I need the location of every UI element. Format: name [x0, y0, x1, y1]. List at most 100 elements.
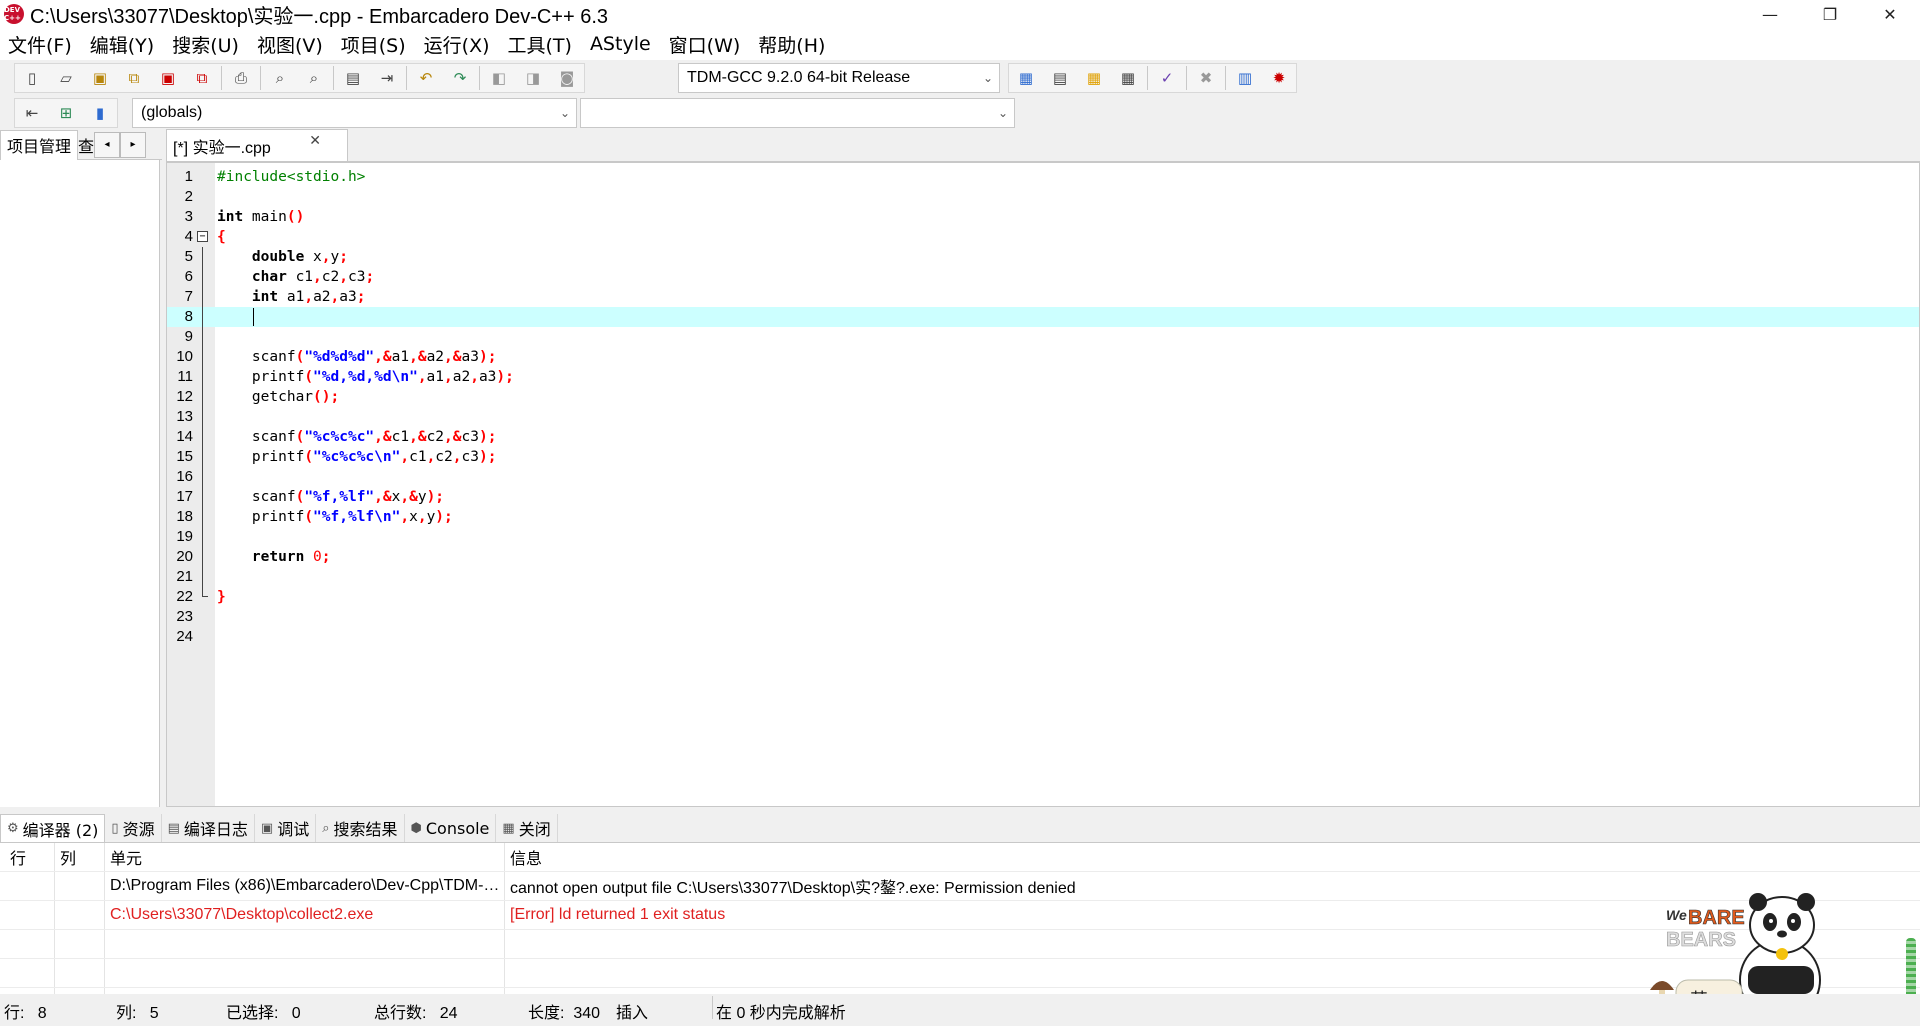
bookmark-icon[interactable]: ▮	[83, 99, 117, 127]
function-select[interactable]: ⌄	[580, 98, 1015, 128]
code-line[interactable]: 14 scanf("%c%c%c",&c1,&c2,&c3);	[167, 427, 1919, 447]
code-line[interactable]: 10 scanf("%d%d%d",&a1,&a2,&a3);	[167, 347, 1919, 367]
scope-select[interactable]: (globals) ⌄	[132, 98, 577, 128]
tab-resource[interactable]: ▯ 资源	[105, 814, 162, 842]
code-line[interactable]: 20 return 0;	[167, 547, 1919, 567]
tab-close-panel[interactable]: ▦ 关闭	[496, 814, 558, 842]
tab-scroll-right-icon[interactable]: ▸	[120, 131, 147, 158]
print-icon[interactable]: ⎙	[224, 64, 258, 92]
insert-icon[interactable]: ⇤	[15, 99, 49, 127]
toolbar-divider	[221, 66, 222, 90]
new-file-icon[interactable]: ▯	[15, 64, 49, 92]
tab-class-browser[interactable]: 查	[78, 133, 94, 157]
project-options-icon[interactable]: ◙	[550, 64, 584, 92]
header-unit[interactable]: 单元	[110, 845, 500, 869]
close-button[interactable]: ✕	[1860, 0, 1920, 28]
debug-icon[interactable]: ✹	[1262, 64, 1296, 92]
find-icon[interactable]: ⌕	[263, 64, 297, 92]
goto-line-icon[interactable]: ⇥	[370, 64, 404, 92]
code-text: scanf("%c%c%c",&c1,&c2,&c3);	[217, 429, 497, 445]
menu-window[interactable]: 窗口(W)	[669, 31, 741, 58]
project-tree[interactable]	[0, 160, 160, 807]
fold-range-marker	[202, 327, 203, 347]
toolbar-divider	[260, 66, 261, 90]
header-line[interactable]: 行	[10, 845, 26, 869]
fold-range-marker	[202, 347, 203, 367]
code-line[interactable]: 22}	[167, 587, 1919, 607]
code-line[interactable]: 7 int a1,a2,a3;	[167, 287, 1919, 307]
code-line[interactable]: 2	[167, 187, 1919, 207]
code-line[interactable]: 17 scanf("%f,%lf",&x,&y);	[167, 487, 1919, 507]
code-line[interactable]: 23	[167, 607, 1919, 627]
tab-project-manager[interactable]: 项目管理	[0, 129, 79, 160]
code-line[interactable]: 16	[167, 467, 1919, 487]
code-line[interactable]: 11 printf("%d,%d,%d\n",a1,a2,a3);	[167, 367, 1919, 387]
main-toolbar: ▯ ▱ ▣ ⧉ ▣ ⧉ ⎙ ⌕ ⌕ ▤ ⇥ ↶ ↷ ◧ ◨ ◙ TDM-GCC …	[0, 60, 1920, 95]
open-file-icon[interactable]: ▱	[49, 64, 83, 92]
new-project-icon[interactable]: ◧	[482, 64, 516, 92]
compiler-icon: ⚙	[7, 821, 19, 836]
menu-help[interactable]: 帮助(H)	[758, 31, 825, 58]
replace-icon[interactable]: ⌕	[297, 64, 331, 92]
code-line[interactable]: 12 getchar();	[167, 387, 1919, 407]
run-icon[interactable]: ▤	[1043, 64, 1077, 92]
tab-scroll-left-icon[interactable]: ◂	[94, 131, 121, 158]
header-col[interactable]: 列	[60, 845, 76, 869]
close-tab-icon[interactable]: ✕	[309, 132, 321, 149]
code-line[interactable]: 19	[167, 527, 1919, 547]
tab-source-file[interactable]: [*] 实验一.cpp ✕	[166, 129, 348, 161]
code-line[interactable]: 24	[167, 627, 1919, 647]
code-line[interactable]: 8	[167, 307, 1919, 327]
menu-search[interactable]: 搜索(U)	[172, 31, 239, 58]
toolbar-divider	[1225, 66, 1226, 90]
message-row[interactable]: D:\Program Files (x86)\Embarcadero\Dev-C…	[0, 872, 1920, 901]
tab-compiler[interactable]: ⚙ 编译器 (2)	[0, 814, 106, 842]
fold-collapse-icon[interactable]: −	[197, 231, 208, 242]
code-line[interactable]: 18 printf("%f,%lf\n",x,y);	[167, 507, 1919, 527]
menu-tools[interactable]: 工具(T)	[508, 31, 572, 58]
message-row-error[interactable]: C:\Users\33077\Desktop\collect2.exe [Err…	[0, 901, 1920, 930]
line-number: 18	[176, 508, 193, 525]
compiler-select[interactable]: TDM-GCC 9.2.0 64-bit Release ⌄	[678, 63, 1000, 93]
undo-icon[interactable]: ↶	[409, 64, 443, 92]
stop-execution-icon[interactable]: ✖	[1189, 64, 1223, 92]
code-line[interactable]: 6 char c1,c2,c3;	[167, 267, 1919, 287]
close-file-icon[interactable]: ▣	[151, 64, 185, 92]
code-line[interactable]: 5 double x,y;	[167, 247, 1919, 267]
tab-console[interactable]: ⬢ Console	[405, 814, 497, 842]
code-line[interactable]: 4−{	[167, 227, 1919, 247]
compile-run-icon[interactable]: ▦	[1077, 64, 1111, 92]
toggle-comment-icon[interactable]: ⊞	[49, 99, 83, 127]
rebuild-icon[interactable]: ▦	[1111, 64, 1145, 92]
code-line[interactable]: 9	[167, 327, 1919, 347]
profile-icon[interactable]: ▥	[1228, 64, 1262, 92]
tab-log[interactable]: ▤ 编译日志	[162, 814, 255, 842]
save-icon[interactable]: ▣	[83, 64, 117, 92]
add-to-project-icon[interactable]: ◨	[516, 64, 550, 92]
header-info[interactable]: 信息	[510, 845, 542, 869]
minimize-button[interactable]: —	[1740, 0, 1800, 28]
toggle-bookmark-icon[interactable]: ▤	[336, 64, 370, 92]
menu-edit[interactable]: 编辑(Y)	[90, 31, 154, 58]
devcpp-app-icon[interactable]: DEV C++	[4, 4, 24, 24]
compile-icon[interactable]: ▦	[1009, 64, 1043, 92]
close-all-icon[interactable]: ⧉	[185, 64, 219, 92]
close-panel-icon: ▦	[502, 820, 515, 836]
redo-icon[interactable]: ↷	[443, 64, 477, 92]
code-line[interactable]: 13	[167, 407, 1919, 427]
menu-run[interactable]: 运行(X)	[424, 31, 490, 58]
menu-view[interactable]: 视图(V)	[257, 31, 323, 58]
code-line[interactable]: 15 printf("%c%c%c\n",c1,c2,c3);	[167, 447, 1919, 467]
save-all-icon[interactable]: ⧉	[117, 64, 151, 92]
menu-project[interactable]: 项目(S)	[341, 31, 406, 58]
code-line[interactable]: 3 int main()	[167, 207, 1919, 227]
code-editor[interactable]: 1 #include<stdio.h> 2 3 int main() 4−{5 doubl…	[166, 162, 1920, 807]
tab-debug[interactable]: ▣ 调试	[255, 814, 317, 842]
menu-astyle[interactable]: AStyle	[590, 33, 651, 55]
code-line[interactable]: 1 #include<stdio.h>	[167, 167, 1919, 187]
code-line[interactable]: 21	[167, 567, 1919, 587]
restore-button[interactable]: ❐	[1800, 0, 1860, 28]
syntax-check-icon[interactable]: ✓	[1150, 64, 1184, 92]
menu-file[interactable]: 文件(F)	[8, 31, 72, 58]
tab-search[interactable]: ⌕ 搜索结果	[316, 814, 405, 842]
